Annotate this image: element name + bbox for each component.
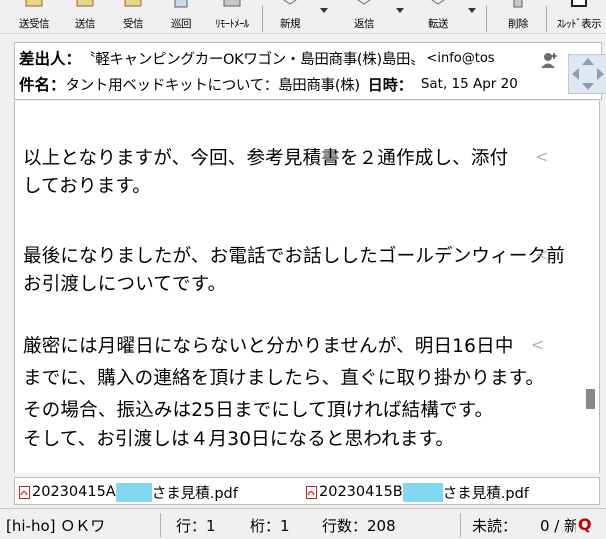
toolbar: 送受信 送信 受信 巡回 ﾘﾓｰﾄﾒｰﾙ 新規 返信 転送 削除 ｽﾚｯﾄﾞ表示	[0, 0, 606, 34]
body-line: お引渡しについてです。	[23, 274, 227, 295]
forward-dropdown-icon[interactable]	[468, 8, 476, 13]
remote-mail-icon	[223, 0, 241, 7]
attachment-bar: 20230415A さま見積.pdf 20230415B さま見積.pdf	[14, 477, 600, 505]
date-value: Sat, 15 Apr 20	[420, 76, 518, 92]
reply-button[interactable]: 返信	[346, 0, 382, 34]
subject-row: 件名： タント用ベッドキットについて：島田商事(株) 日時： Sat, 15 A…	[19, 72, 539, 96]
reply-dropdown-icon[interactable]	[396, 8, 404, 13]
attachment-name-prefix: 20230415B	[319, 484, 403, 500]
navigation-pad-icon[interactable]	[568, 54, 606, 94]
toolbar-separator	[262, 6, 263, 32]
body-line: しております。	[23, 176, 151, 197]
pdf-icon	[19, 485, 30, 499]
status-bar: [hi-ho] ＯＫワ 行：1 桁：1 行数：208 未読： 0 / 新 Q	[0, 508, 606, 539]
wrap-mark: <	[535, 245, 549, 264]
from-email[interactable]: <info@tos	[426, 51, 494, 66]
pdf-icon	[306, 485, 317, 499]
send-receive-icon	[25, 0, 43, 7]
body-line: 厳密には月曜日にならないと分かりませんが、明日16日中	[23, 336, 514, 357]
wrap-mark: <	[535, 147, 549, 166]
toolbar-separator	[546, 6, 547, 32]
message-body[interactable]: 以上となりますが、今回、参考見積書を２通作成し、添付 < しております。 最後に…	[14, 101, 600, 473]
scrollbar-thumb[interactable]	[586, 389, 595, 409]
attachment-name-prefix: 20230415A	[32, 484, 116, 500]
date-label: 日時：	[367, 75, 413, 94]
attachment-item[interactable]: 20230415A さま見積.pdf	[19, 481, 238, 503]
send-button[interactable]: 送信	[70, 0, 100, 34]
status-unread-label: 未読：	[472, 516, 518, 535]
body-line: そして、お引渡しは４月30日になると思われます。	[23, 429, 455, 450]
receive-icon	[124, 0, 142, 7]
new-mail-icon	[283, 0, 297, 5]
message-header: 差出人： 〝軽キャンピングカーOKワゴン・島田商事(株)島田〟 <info@to…	[14, 42, 606, 100]
thread-view-button[interactable]: ｽﾚｯﾄﾞ表示	[552, 0, 606, 34]
subject-value: タント用ベッドキットについて：島田商事(株)	[65, 77, 361, 94]
wrap-mark: <	[531, 335, 545, 354]
q-icon[interactable]: Q	[578, 515, 592, 534]
reply-icon	[357, 0, 371, 5]
status-row: 行：1	[176, 516, 216, 535]
send-icon	[76, 0, 94, 7]
patrol-button[interactable]: 巡回	[166, 0, 196, 34]
body-line: までに、購入の連絡を頂けましたら、直ぐに取り掛かります。	[23, 368, 545, 389]
from-row: 差出人： 〝軽キャンピングカーOKワゴン・島田商事(株)島田〟 <info@to…	[19, 46, 539, 70]
status-divider	[160, 513, 161, 537]
thread-view-icon	[571, 0, 587, 7]
new-mail-dropdown-icon[interactable]	[320, 8, 328, 13]
body-line: その場合、振込みは25日までにして頂ければ結構です。	[23, 400, 494, 421]
attachment-name-suffix: さま見積.pdf	[151, 485, 238, 502]
remote-mail-button[interactable]: ﾘﾓｰﾄﾒｰﾙ	[208, 0, 256, 34]
new-mail-button[interactable]: 新規	[272, 0, 308, 34]
attachment-item[interactable]: 20230415B さま見積.pdf	[306, 481, 529, 503]
from-value[interactable]: 〝軽キャンピングカーOKワゴン・島田商事(株)島田〟	[81, 48, 425, 69]
redacted-name	[115, 482, 152, 502]
receive-button[interactable]: 受信	[118, 0, 148, 34]
status-line-count: 行数：208	[322, 516, 396, 535]
status-unread-value: 0 / 新	[540, 516, 576, 535]
status-col: 桁：1	[250, 516, 290, 535]
status-divider	[460, 513, 461, 537]
status-account: [hi-ho] ＯＫワ	[6, 516, 106, 535]
subject-label: 件名：	[19, 76, 66, 94]
patrol-icon	[174, 0, 188, 8]
from-label: 差出人：	[19, 50, 82, 68]
delete-icon	[513, 0, 523, 8]
forward-icon	[431, 0, 445, 5]
body-line: 以上となりますが、今回、参考見積書を２通作成し、添付	[23, 148, 509, 169]
attachment-name-suffix: さま見積.pdf	[442, 485, 529, 502]
redacted-name	[402, 482, 443, 502]
add-contact-icon[interactable]	[539, 51, 559, 69]
forward-button[interactable]: 転送	[420, 0, 456, 34]
delete-button[interactable]: 削除	[500, 0, 536, 34]
body-line: 最後になりましたが、お電話でお話ししたゴールデンウィーク前	[23, 246, 565, 267]
toolbar-separator	[486, 6, 487, 32]
vertical-scrollbar[interactable]	[583, 101, 599, 473]
send-receive-button[interactable]: 送受信	[14, 0, 54, 34]
